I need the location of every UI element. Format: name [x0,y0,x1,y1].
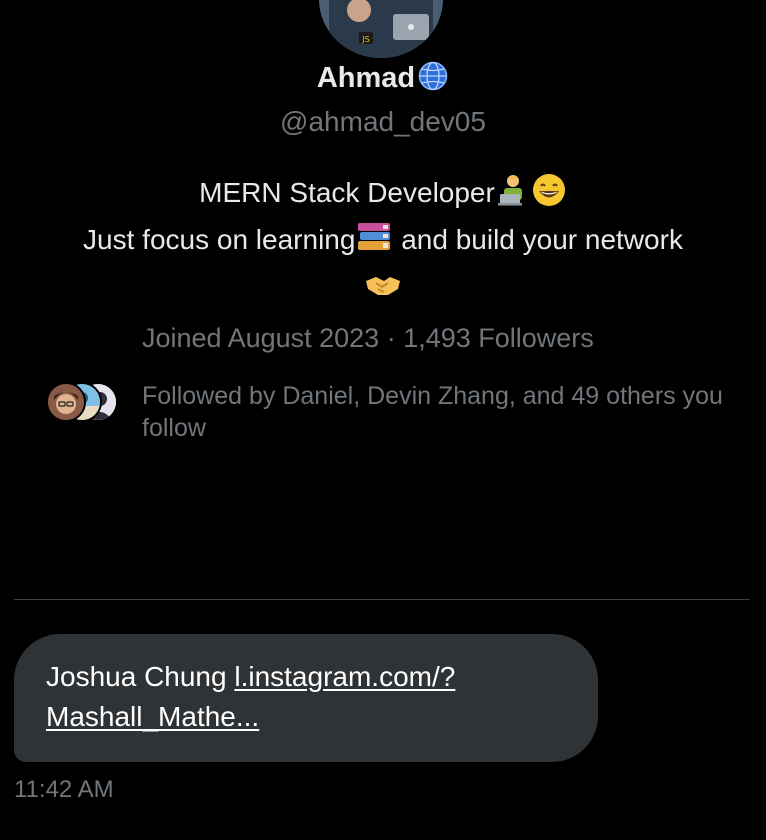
globe-icon [417,60,449,103]
bio-line-3 [0,266,766,312]
profile-meta: Joined August 2023 · 1,493 Followers [142,323,594,353]
follower-avatar-1 [46,382,86,422]
profile-name: Ahmad [316,62,416,94]
bio-line-2-text-a: Just focus on learning [83,224,356,255]
profile-name-row: Ahmad [0,58,766,103]
grinning-face-icon [531,172,567,219]
profile-bio: MERN Stack Developer Just focus on learn… [0,172,766,312]
message-timestamp: 11:42 AM [14,776,114,803]
message-link-line-1: l.instagram.com/? [234,661,456,692]
followers-facepile[interactable] [46,382,120,422]
bio-line-2-text-b: and build your network [393,224,683,255]
followed-by-row[interactable]: Followed by Daniel, Devin Zhang, and 49 … [0,380,766,450]
profile-avatar[interactable]: JS [319,0,443,58]
message-bubble[interactable]: Joshua Chung l.instagram.com/? Mashall_Ma… [14,634,598,762]
technologist-icon [495,172,531,219]
divider [14,599,750,600]
message-link-line-2: Mashall_Mathe... [46,701,260,732]
bio-line-2: Just focus on learning and build your ne… [0,219,766,266]
followed-by-text[interactable]: Followed by Daniel, Devin Zhang, and 49 … [142,380,732,444]
books-icon [355,219,393,266]
bio-line-1: MERN Stack Developer [0,172,766,219]
svg-text:JS: JS [361,35,369,44]
profile-handle: @ahmad_dev05 [280,106,486,137]
bio-line-1-text: MERN Stack Developer [199,177,495,208]
message-sender-text: Joshua Chung [46,661,235,692]
handshake-icon [364,269,402,312]
